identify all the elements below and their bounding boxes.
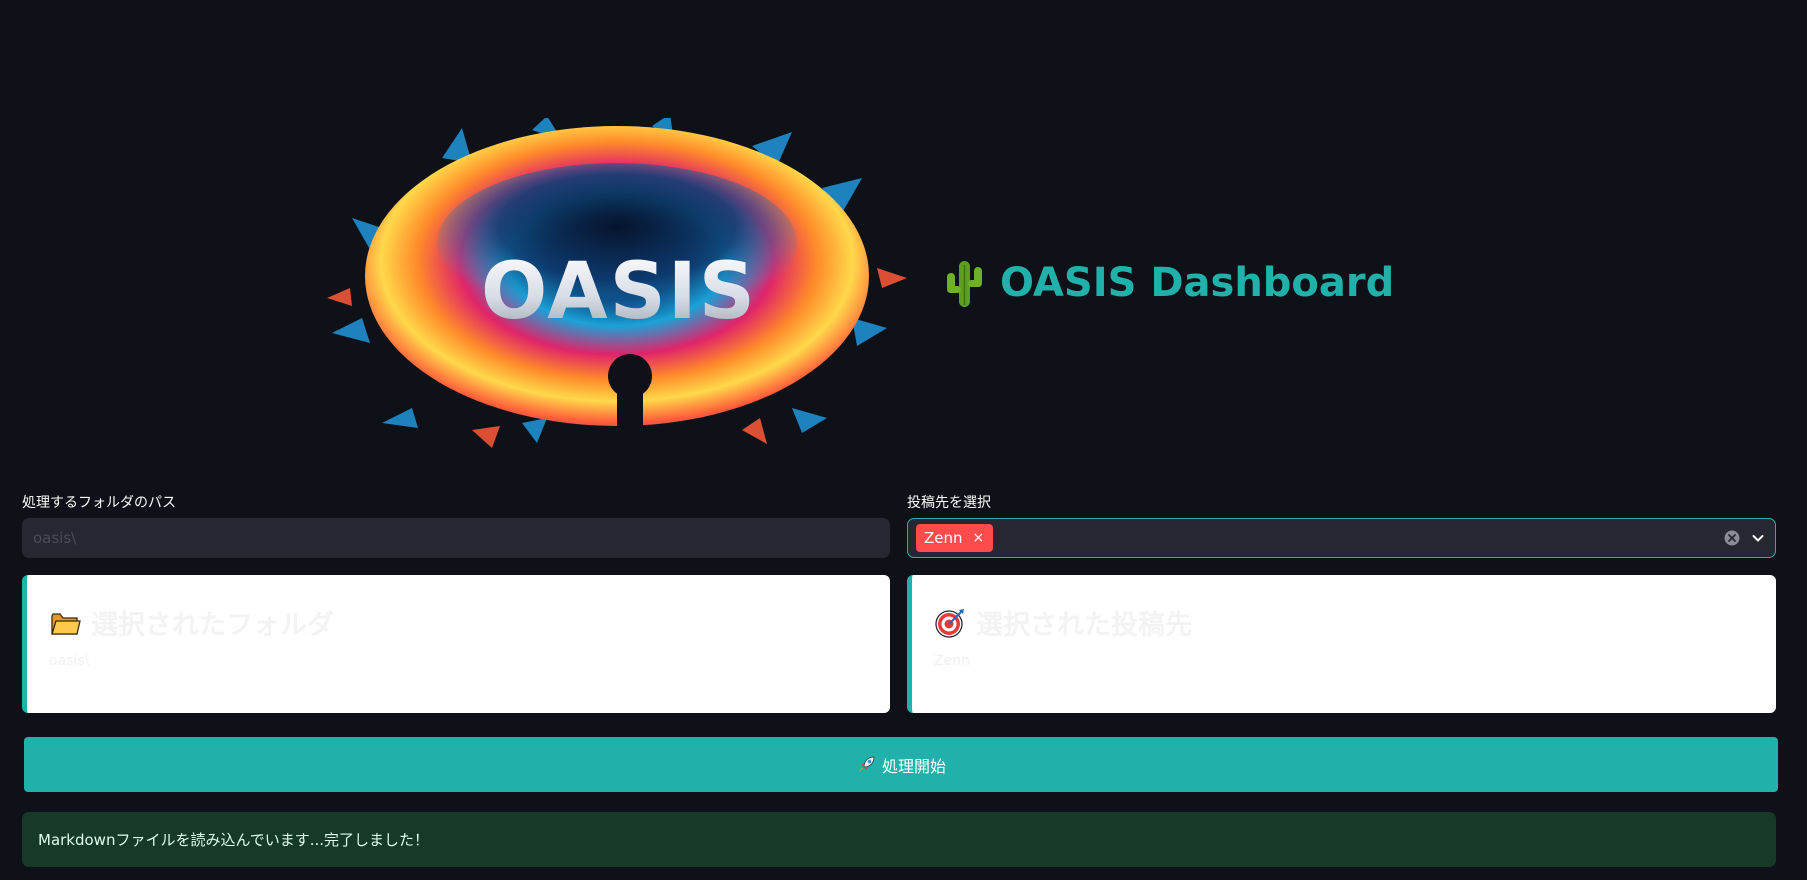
folder-icon	[51, 612, 81, 635]
page-title-text: OASIS Dashboard	[1000, 260, 1395, 306]
cactus-icon	[947, 261, 982, 307]
oasis-logo-image: OASIS	[322, 118, 912, 450]
tag-label: Zenn	[924, 529, 963, 547]
folder-path-label: 処理するフォルダのパス	[22, 495, 176, 511]
dashboard-page: OASIS OASIS Dashboard 処理するフォルダのパス 投稿先を選択…	[0, 0, 1807, 880]
selected-tag-zenn: Zenn ×	[916, 524, 994, 552]
chevron-down-icon[interactable]	[1749, 529, 1767, 547]
status-message: Markdownファイルを読み込んでいます...完了しました！	[38, 831, 430, 849]
folder-path-input[interactable]	[22, 518, 890, 558]
selected-target-card: 選択された投稿先 Zenn	[907, 575, 1776, 713]
card-folder-value: oasis\	[49, 653, 90, 669]
card-target-title: 選択された投稿先	[976, 610, 1192, 641]
page-title: OASIS Dashboard	[942, 252, 1394, 314]
logo-text: OASIS	[481, 247, 757, 337]
start-button-label: 処理開始	[881, 756, 946, 776]
target-multiselect[interactable]: Zenn ×	[907, 518, 1776, 558]
clear-all-icon[interactable]	[1723, 529, 1741, 547]
start-processing-button[interactable]: 処理開始	[24, 737, 1778, 792]
success-alert: Markdownファイルを読み込んでいます...完了しました！	[22, 812, 1776, 867]
card-target-value: Zenn	[934, 653, 970, 669]
rocket-icon	[858, 756, 875, 772]
target-icon	[935, 608, 964, 638]
tag-remove-icon[interactable]: ×	[973, 530, 985, 546]
selected-folder-card: 選択されたフォルダ oasis\	[22, 575, 890, 713]
target-select-label: 投稿先を選択	[907, 495, 991, 511]
card-folder-title: 選択されたフォルダ	[91, 610, 334, 641]
